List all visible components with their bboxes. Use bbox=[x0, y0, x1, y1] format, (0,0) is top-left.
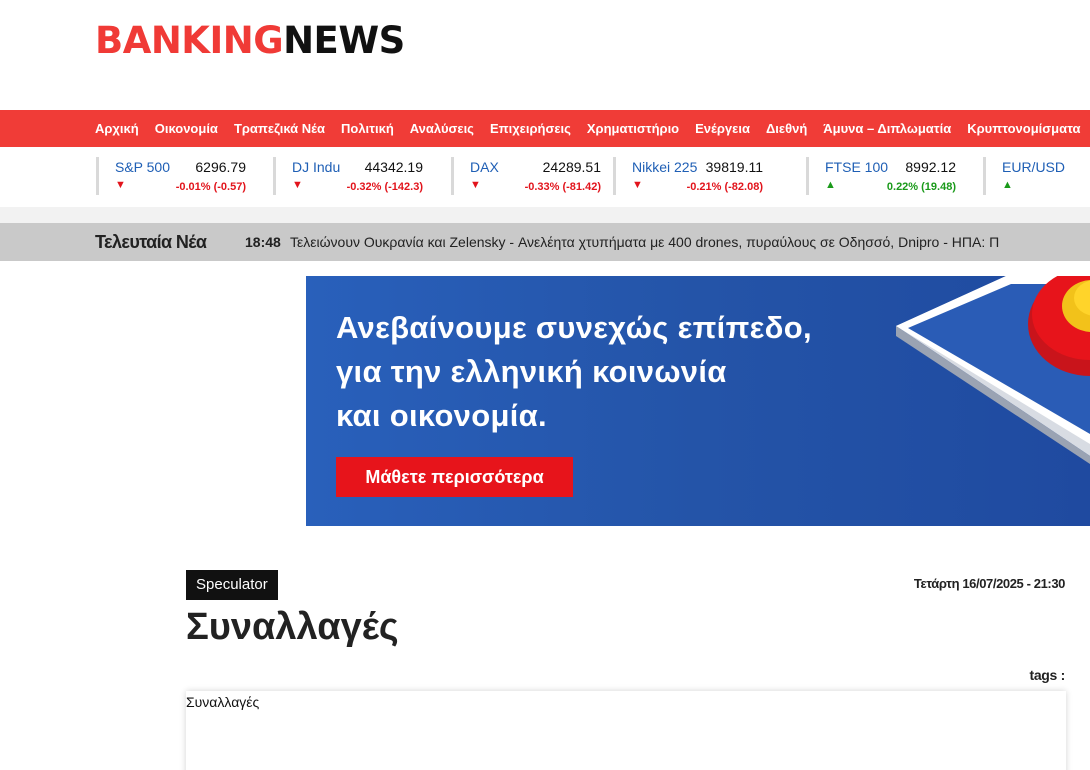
logo-news: NEWS bbox=[283, 19, 405, 62]
page: BANKINGNEWS Αρχική Οικονομία Τραπεζικά Νέα… bbox=[0, 0, 1090, 770]
ticker-divider bbox=[0, 207, 1090, 223]
logo-banking: BANKING bbox=[95, 19, 284, 62]
ticker-name[interactable]: DJ Indu bbox=[292, 159, 340, 175]
ticker-change: 0.22% (19.48) bbox=[886, 181, 956, 193]
tags-label: tags : bbox=[1029, 667, 1065, 683]
nav-item[interactable]: Οικονομία bbox=[155, 121, 218, 136]
arrow-up-icon: ▲ bbox=[1002, 179, 1013, 191]
latest-news-label: Τελευταία Νέα bbox=[95, 232, 207, 252]
market-ticker: S&P 500 6296.79 ▼ -0.01% (-0.57) DJ Indu 4434… bbox=[0, 147, 1090, 207]
ticker-value: 6296.79 bbox=[195, 159, 246, 175]
latest-news-headline[interactable]: Τελειώνουν Ουκρανία και Zelensky - Ανελέ… bbox=[290, 223, 999, 261]
banner-graphic-icon bbox=[896, 276, 1090, 464]
ticker-value: 8992.12 bbox=[905, 159, 956, 175]
nav-item[interactable]: Επιχειρήσεις bbox=[490, 121, 571, 136]
nav-item[interactable]: Τραπεζικά Νέα bbox=[234, 121, 325, 136]
ticker-item[interactable]: S&P 500 6296.79 ▼ -0.01% (-0.57) bbox=[96, 157, 261, 195]
nav-item[interactable]: Κρυπτονομίσματα bbox=[967, 121, 1080, 136]
nav-list: Αρχική Οικονομία Τραπεζικά Νέα Πολιτική Αναλ… bbox=[95, 110, 1090, 147]
article-body-box bbox=[186, 691, 1066, 770]
nav-item[interactable]: Αρχική bbox=[95, 121, 139, 136]
ticker-item[interactable]: FTSE 100 8992.12 ▲ 0.22% (19.48) bbox=[806, 157, 971, 195]
nav-item[interactable]: Αναλύσεις bbox=[410, 121, 474, 136]
ticker-name[interactable]: DAX bbox=[470, 159, 499, 175]
banner-learn-more-button[interactable]: Μάθετε περισσότερα bbox=[336, 457, 573, 497]
article-date: Τετάρτη 16/07/2025 - 21:30 bbox=[913, 576, 1065, 591]
article-title: Συναλλαγές bbox=[186, 606, 399, 648]
ticker-name[interactable]: Nikkei 225 bbox=[632, 159, 697, 175]
nav-item[interactable]: Άμυνα – Διπλωματία bbox=[823, 121, 951, 136]
category-tag[interactable]: Speculator bbox=[186, 570, 278, 600]
ticker-change: -0.32% (-142.3) bbox=[346, 181, 423, 193]
ticker-name[interactable]: EUR/USD bbox=[1002, 159, 1065, 175]
nav-item[interactable]: Χρηματιστήριο bbox=[587, 121, 679, 136]
nav-item[interactable]: Διεθνή bbox=[766, 121, 807, 136]
ticker-item[interactable]: DJ Indu 44342.19 ▼ -0.32% (-142.3) bbox=[273, 157, 439, 195]
nav-item[interactable]: Ενέργεια bbox=[695, 121, 750, 136]
ticker-name[interactable]: FTSE 100 bbox=[825, 159, 888, 175]
banner-line-3: και οικονομία. bbox=[336, 398, 547, 433]
banner-line-1: Ανεβαίνουμε συνεχώς επίπεδο, bbox=[336, 310, 812, 345]
ticker-name[interactable]: S&P 500 bbox=[115, 159, 170, 175]
main-nav: Αρχική Οικονομία Τραπεζικά Νέα Πολιτική Αναλ… bbox=[0, 110, 1090, 147]
site-logo[interactable]: BANKINGNEWS bbox=[95, 20, 405, 62]
arrow-up-icon: ▲ bbox=[825, 179, 836, 191]
latest-news-bar: Τελευταία Νέα 18:48 Τελειώνουν Ουκρανία … bbox=[0, 223, 1090, 261]
ticker-item[interactable]: DAX 24289.51 ▼ -0.33% (-81.42) bbox=[451, 157, 601, 195]
ticker-change: -0.33% (-81.42) bbox=[524, 181, 601, 193]
ticker-item[interactable]: EUR/USD▲0 bbox=[983, 157, 1090, 195]
latest-news-time: 18:48 bbox=[245, 234, 281, 250]
nav-item[interactable]: Πολιτική bbox=[341, 121, 394, 136]
arrow-down-icon: ▼ bbox=[470, 179, 481, 191]
ticker-change: -0.01% (-0.57) bbox=[175, 181, 246, 193]
ticker-change: -0.21% (-82.08) bbox=[686, 181, 763, 193]
arrow-down-icon: ▼ bbox=[292, 179, 303, 191]
ticker-item[interactable]: Nikkei 225 39819.11 ▼ -0.21% (-82.08) bbox=[613, 157, 794, 195]
ticker-value: 44342.19 bbox=[364, 159, 423, 175]
article-body-text: Συναλλαγές bbox=[186, 694, 260, 710]
banner-ad[interactable]: Ανεβαίνουμε συνεχώς επίπεδο, για την ελλ… bbox=[306, 276, 1090, 526]
arrow-down-icon: ▼ bbox=[632, 179, 643, 191]
arrow-down-icon: ▼ bbox=[115, 179, 126, 191]
banner-line-2: για την ελληνική κοινωνία bbox=[336, 354, 727, 389]
ticker-value: 39819.11 bbox=[705, 159, 763, 175]
ticker-value: 24289.51 bbox=[542, 159, 601, 175]
